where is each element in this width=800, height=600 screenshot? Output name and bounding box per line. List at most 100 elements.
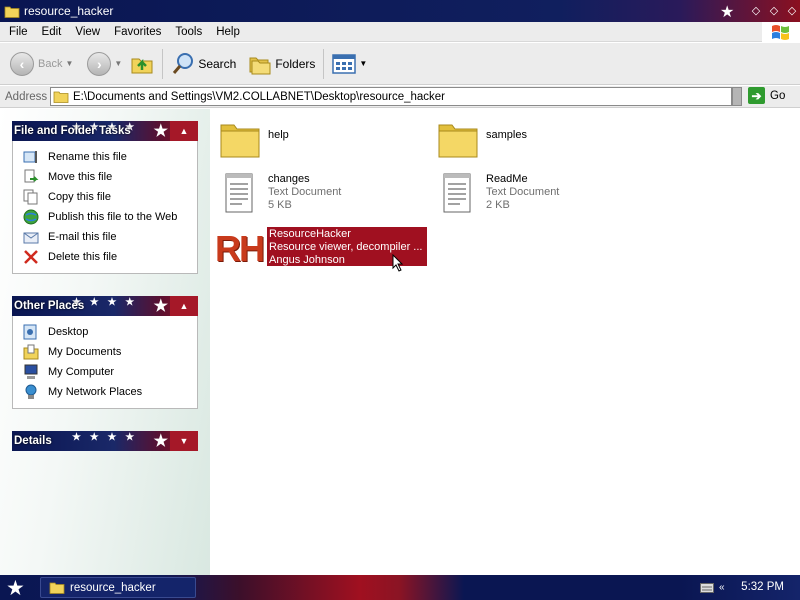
file-type: Text Document [268,186,342,198]
task-copy[interactable]: Copy this file [23,187,197,207]
search-button[interactable]: Search [167,47,240,81]
menu-tools[interactable]: Tools [168,26,209,38]
mouse-cursor-icon [392,254,404,272]
task-label: Move this file [48,171,113,183]
file-folder-tasks-header[interactable]: ★ ★ ★ ★ File and Folder Tasks ★ ▲ [12,121,198,141]
menu-file[interactable]: File [0,26,35,38]
task-rename[interactable]: Rename this file [23,147,197,167]
rename-icon [23,149,39,165]
tray-expand-icon[interactable]: « [719,582,725,593]
folder-icon [53,91,69,103]
address-dropdown-button[interactable] [732,87,742,106]
folders-icon [249,57,271,74]
collapse-up-icon[interactable]: ▲ [170,296,198,316]
chevron-down-icon: ▼ [359,59,368,68]
file-item-help[interactable]: help [218,117,289,161]
task-label: Rename this file [48,151,127,163]
address-label: Address [5,90,48,103]
file-item-readme[interactable]: ReadMe Text Document 2 KB [436,171,559,215]
title-bar[interactable]: resource_hacker ★ ◇ ◇ ◇ [0,0,800,22]
details-panel: ★ ★ ★ ★ Details ★ ▼ [12,431,198,451]
file-list[interactable]: help samples changes Text Document 5 KB [210,109,800,575]
network-places-icon [23,384,39,400]
start-button[interactable]: ★ [6,576,25,600]
window-title: resource_hacker [24,4,114,18]
task-pane: ★ ★ ★ ★ File and Folder Tasks ★ ▲ Rename… [0,109,210,575]
delete-icon [23,249,39,265]
folder-icon [49,582,65,594]
resource-hacker-icon: RH [214,227,265,271]
forward-button[interactable]: › ▼ [83,47,126,81]
details-title: Details [14,435,52,447]
task-delete[interactable]: Delete this file [23,247,197,267]
task-label: E-mail this file [48,231,117,243]
up-folder-button[interactable] [126,47,158,81]
minimize-button[interactable]: ◇ [748,3,764,19]
app-logo-text: RH [215,228,265,269]
up-folder-icon [131,58,153,73]
folder-icon [220,124,260,158]
toolbar: ‹ Back ▼ › ▼ Search Folders ▼ [0,43,800,85]
file-name: samples [486,129,527,141]
menu-favorites[interactable]: Favorites [107,26,168,38]
menu-bar: File Edit View Favorites Tools Help [0,22,800,42]
folder-icon [438,124,478,158]
menu-view[interactable]: View [68,26,107,38]
place-my-documents[interactable]: My Documents [23,342,197,362]
task-publish[interactable]: Publish this file to the Web [23,207,197,227]
chevron-down-icon: ▼ [114,59,123,68]
file-type: Text Document [486,186,560,198]
keyboard-icon[interactable] [700,582,714,593]
views-icon [332,53,357,74]
forward-arrow-icon: › [87,51,112,76]
menu-edit[interactable]: Edit [35,26,69,38]
expand-down-icon[interactable]: ▼ [170,431,198,451]
place-label: My Network Places [48,386,143,398]
other-places-title: Other Places [14,300,85,312]
address-value: E:\Documents and Settings\VM2.COLLABNET\… [73,90,446,103]
stars-decoration-icon: ★ ★ ★ ★ [72,432,138,443]
back-button[interactable]: ‹ Back ▼ [6,47,77,81]
taskbar: ★ resource_hacker « 5:32 PM [0,575,800,600]
star-decoration-icon: ★ [153,298,168,315]
toolbar-separator [323,48,325,79]
task-move[interactable]: Move this file [23,167,197,187]
file-name: ResourceHacker [269,228,351,240]
my-documents-icon [23,344,39,360]
folder-icon [4,6,20,18]
place-my-computer[interactable]: My Computer [23,362,197,382]
file-folder-tasks-panel: ★ ★ ★ ★ File and Folder Tasks ★ ▲ Rename… [12,121,198,274]
views-button[interactable]: ▼ [328,47,371,81]
folders-button[interactable]: Folders [244,47,319,81]
file-name: ReadMe [486,173,528,185]
place-label: My Computer [48,366,115,378]
file-item-samples[interactable]: samples [436,117,527,161]
collapse-up-icon[interactable]: ▲ [170,121,198,141]
taskbar-window-button[interactable]: resource_hacker [40,577,196,598]
clock[interactable]: 5:32 PM [741,581,784,593]
star-decoration-icon: ★ [720,4,735,21]
place-label: Desktop [48,326,89,338]
maximize-button[interactable]: ◇ [766,3,782,19]
text-document-icon [225,173,253,213]
task-label: Copy this file [48,191,111,203]
place-network[interactable]: My Network Places [23,382,197,402]
file-description: Resource viewer, decompiler ... [269,241,423,253]
file-item-changes[interactable]: changes Text Document 5 KB [218,171,341,215]
place-label: My Documents [48,346,122,358]
details-header[interactable]: ★ ★ ★ ★ Details ★ ▼ [12,431,198,451]
task-email[interactable]: E-mail this file [23,227,197,247]
search-icon [173,52,194,74]
chevron-down-icon: ▼ [65,59,74,68]
address-input[interactable]: E:\Documents and Settings\VM2.COLLABNET\… [50,87,732,106]
email-icon [23,229,39,245]
go-button[interactable]: ➔ Go [748,87,785,104]
star-decoration-icon: ★ [153,123,168,140]
file-size: 5 KB [268,199,292,211]
close-button[interactable]: ◇ [784,3,800,19]
desktop-icon [23,324,39,340]
menu-help[interactable]: Help [209,26,247,38]
file-size: 2 KB [486,199,510,211]
place-desktop[interactable]: Desktop [23,322,197,342]
other-places-header[interactable]: ★ ★ ★ ★ Other Places ★ ▲ [12,296,198,316]
